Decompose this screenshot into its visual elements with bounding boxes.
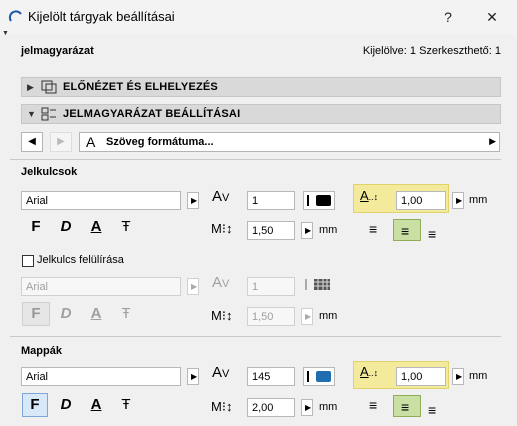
preview-placement-icon [41,80,57,94]
mappak-spacing-value: 1,00 [401,371,423,383]
mappak-spacing-input[interactable]: 1,00 [396,367,446,386]
underline-button[interactable]: A [84,216,108,238]
dropdown-arrow-icon: ▶ [489,136,496,146]
align-right-icon[interactable]: ≡ [428,402,436,418]
divider [10,336,501,337]
jelkulcs-size-value: 1 [252,195,259,207]
override-font-arrow[interactable]: ▶ [187,278,199,295]
line-spacing-icon: A..↕ [360,364,379,379]
align-center-icon: ≡ [401,399,410,415]
override-font-select[interactable]: Arial [21,277,181,296]
override-width-arrow[interactable]: ▶ [301,308,313,325]
override-size-value: 1 [252,281,259,293]
mappak-size-input[interactable]: 145 [247,367,295,386]
jelkulcsok-title: Jelkulcsok [21,166,78,178]
align-center-icon: ≡ [401,223,410,239]
width-factor-icon: M⁝↕ [211,308,233,323]
bold-button[interactable]: F [24,216,48,238]
unit-label: mm [469,370,488,382]
pen-bar-icon [307,195,309,206]
app-icon [8,10,22,22]
strikethrough-button[interactable]: Ŧ [114,216,138,238]
line-spacing-icon: A..↕ [360,188,379,203]
jelkulcs-font-value: Arial [26,195,49,207]
align-left-icon[interactable]: ≡ [369,397,377,413]
override-bold-button[interactable]: F [22,302,50,326]
selection-count-label: Kijelölve: 1 Szerkeszthető: 1 [362,45,501,57]
override-font-value: Arial [26,281,49,293]
override-width-value: 1,50 [252,311,274,323]
close-button[interactable]: ✕ [472,4,512,30]
jelkulcs-pen-color[interactable] [303,191,335,210]
mappak-italic-button[interactable]: D [54,394,78,416]
section-legend-settings[interactable]: ▼ JELMAGYARÁZAT BEÁLLÍTÁSAI [21,104,501,124]
override-underline-button[interactable]: A [84,303,108,325]
align-center-button[interactable]: ≡ [393,219,421,241]
jelkulcs-font-arrow[interactable]: ▶ [187,192,199,209]
mappak-bold-button[interactable]: F [22,393,48,417]
jelkulcs-width-input[interactable]: 1,50 [247,221,295,240]
pen-color-swatch [316,371,331,382]
font-size-icon: AV [212,274,230,291]
next-page-button[interactable]: ▶ [50,132,72,152]
expand-triangle-icon: ▶ [27,82,34,92]
legend-settings-icon [41,107,56,121]
override-label: Jelkulcs felülírása [37,254,124,266]
mappak-font-arrow[interactable]: ▶ [187,368,199,385]
mappak-align-center-button[interactable]: ≡ [393,395,421,417]
jelkulcs-font-select[interactable]: Arial [21,191,181,210]
window-title: Kijelölt tárgyak beállításai [28,9,175,24]
section-preview-placement[interactable]: ▶ ELŐNÉZET ÉS ELHELYEZÉS [21,77,501,97]
mappak-underline-button[interactable]: A [84,394,108,416]
width-factor-icon: M⁝↕ [211,399,233,414]
jelkulcs-size-input[interactable]: 1 [247,191,295,210]
unit-label: mm [319,224,338,236]
override-checkbox[interactable] [22,255,34,267]
override-strikethrough-button[interactable]: Ŧ [114,303,138,325]
pen-bar-icon [305,279,307,290]
jelkulcs-spacing-input[interactable]: 1,00 [396,191,446,210]
unit-label: mm [469,194,488,206]
section-preview-label: ELŐNÉZET ÉS ELHELYEZÉS [63,81,218,93]
jelkulcs-spacing-value: 1,00 [401,195,423,207]
help-button[interactable]: ? [428,4,468,30]
mappak-spacing-arrow[interactable]: ▶ [452,368,464,385]
font-size-icon: AV [212,188,230,205]
mappak-strikethrough-button[interactable]: Ŧ [114,394,138,416]
override-size-input[interactable]: 1 [247,277,295,296]
override-italic-button[interactable]: D [54,303,78,325]
mappak-pen-color[interactable] [303,367,335,386]
text-format-icon: A [86,134,96,150]
unit-label: mm [319,401,338,413]
pen-bar-icon [307,371,309,382]
mappak-width-arrow[interactable]: ▶ [301,399,313,416]
jelkulcs-width-arrow[interactable]: ▶ [301,222,313,239]
align-right-icon[interactable]: ≡ [428,226,436,242]
unit-label: mm [319,310,338,322]
jelkulcs-spacing-arrow[interactable]: ▶ [452,192,464,209]
collapse-triangle-icon: ▼ [27,109,36,119]
mappak-width-value: 2,00 [252,402,274,414]
page-selector-label: Szöveg formátuma... [106,136,214,148]
mappak-size-value: 145 [252,371,271,383]
align-left-icon[interactable]: ≡ [369,221,377,237]
collapse-marker-icon: ▼ [2,30,9,37]
font-size-icon: AV [212,364,230,381]
mappak-width-input[interactable]: 2,00 [247,398,295,417]
pen-color-swatch [316,195,331,206]
mappak-font-value: Arial [26,371,49,383]
page-selector-dropdown[interactable]: A Szöveg formátuma... ▶ [79,132,500,152]
pen-pattern-icon [314,279,330,290]
italic-button[interactable]: D [54,216,78,238]
width-factor-icon: M⁝↕ [211,221,233,236]
divider [10,159,501,160]
override-width-input[interactable]: 1,50 [247,307,295,326]
mappak-font-select[interactable]: Arial [21,367,181,386]
mappak-title: Mappák [21,345,62,357]
prev-page-button[interactable]: ◀ [21,132,43,152]
section-legend-label: JELMAGYARÁZAT BEÁLLÍTÁSAI [63,108,241,120]
selection-type-label: jelmagyarázat [21,45,94,57]
jelkulcs-width-value: 1,50 [252,225,274,237]
